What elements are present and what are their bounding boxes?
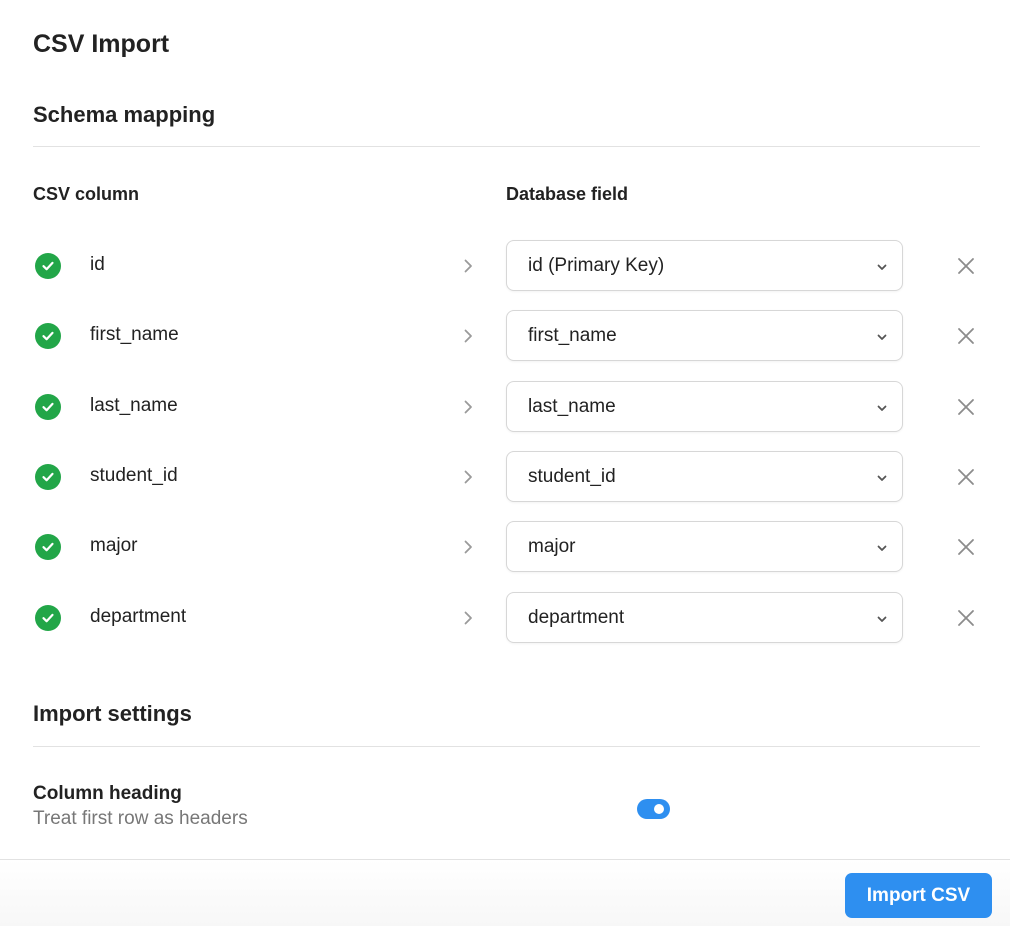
chevron-down-icon <box>875 330 889 344</box>
mapping-row: id id (Primary Key) <box>0 240 1010 292</box>
chevron-right-icon <box>459 398 477 416</box>
mapping-row: last_name last_name <box>0 381 1010 433</box>
chevron-right-icon <box>459 538 477 556</box>
remove-mapping-button[interactable] <box>956 537 976 557</box>
database-field-select[interactable]: first_name <box>506 310 903 361</box>
chevron-down-icon <box>875 401 889 415</box>
import-csv-button[interactable]: Import CSV <box>845 873 992 918</box>
close-icon <box>958 539 974 555</box>
import-settings-title: Import settings <box>33 701 192 726</box>
page-title: CSV Import <box>33 30 170 58</box>
toggle-knob <box>654 804 664 814</box>
check-circle-icon <box>35 323 61 349</box>
column-heading-toggle[interactable] <box>637 799 670 819</box>
close-icon <box>958 469 974 485</box>
section-divider <box>33 746 980 747</box>
database-field-value: student_id <box>528 466 616 487</box>
chevron-right-icon <box>459 257 477 275</box>
chevron-down-icon <box>875 541 889 555</box>
database-field-value: major <box>528 536 576 557</box>
database-field-select[interactable]: id (Primary Key) <box>506 240 903 291</box>
csv-column-name: id <box>90 254 105 275</box>
csv-column-name: first_name <box>90 324 179 345</box>
check-circle-icon <box>35 253 61 279</box>
csv-column-name: major <box>90 535 138 556</box>
database-field-value: department <box>528 607 625 628</box>
close-icon <box>958 399 974 415</box>
check-circle-icon <box>35 394 61 420</box>
check-circle-icon <box>35 534 61 560</box>
chevron-down-icon <box>875 471 889 485</box>
schema-mapping-title: Schema mapping <box>33 102 216 127</box>
database-field-header: Database field <box>506 184 629 204</box>
close-icon <box>958 610 974 626</box>
database-field-select[interactable]: major <box>506 521 903 572</box>
remove-mapping-button[interactable] <box>956 326 976 346</box>
close-icon <box>958 258 974 274</box>
database-field-select[interactable]: last_name <box>506 381 903 432</box>
remove-mapping-button[interactable] <box>956 467 976 487</box>
close-icon <box>958 328 974 344</box>
mapping-row: student_id student_id <box>0 451 1010 503</box>
remove-mapping-button[interactable] <box>956 608 976 628</box>
footer: Import CSV <box>0 859 1010 926</box>
chevron-right-icon <box>459 609 477 627</box>
check-circle-icon <box>35 464 61 490</box>
chevron-down-icon <box>875 612 889 626</box>
csv-column-name: student_id <box>90 465 178 486</box>
csv-column-name: department <box>90 606 187 627</box>
mapping-row: department department <box>0 592 1010 644</box>
column-heading-title: Column heading <box>33 783 182 804</box>
check-circle-icon <box>35 605 61 631</box>
database-field-value: id (Primary Key) <box>528 255 665 276</box>
database-field-select[interactable]: department <box>506 592 903 643</box>
chevron-right-icon <box>459 327 477 345</box>
column-heading-description: Treat first row as headers <box>33 808 248 829</box>
csv-column-header: CSV column <box>33 184 140 204</box>
chevron-right-icon <box>459 468 477 486</box>
database-field-value: first_name <box>528 325 617 346</box>
database-field-value: last_name <box>528 396 616 417</box>
database-field-select[interactable]: student_id <box>506 451 903 502</box>
mapping-row: first_name first_name <box>0 310 1010 362</box>
mapping-row: major major <box>0 521 1010 573</box>
remove-mapping-button[interactable] <box>956 397 976 417</box>
csv-column-name: last_name <box>90 395 178 416</box>
section-divider <box>33 146 980 147</box>
remove-mapping-button[interactable] <box>956 256 976 276</box>
chevron-down-icon <box>875 260 889 274</box>
